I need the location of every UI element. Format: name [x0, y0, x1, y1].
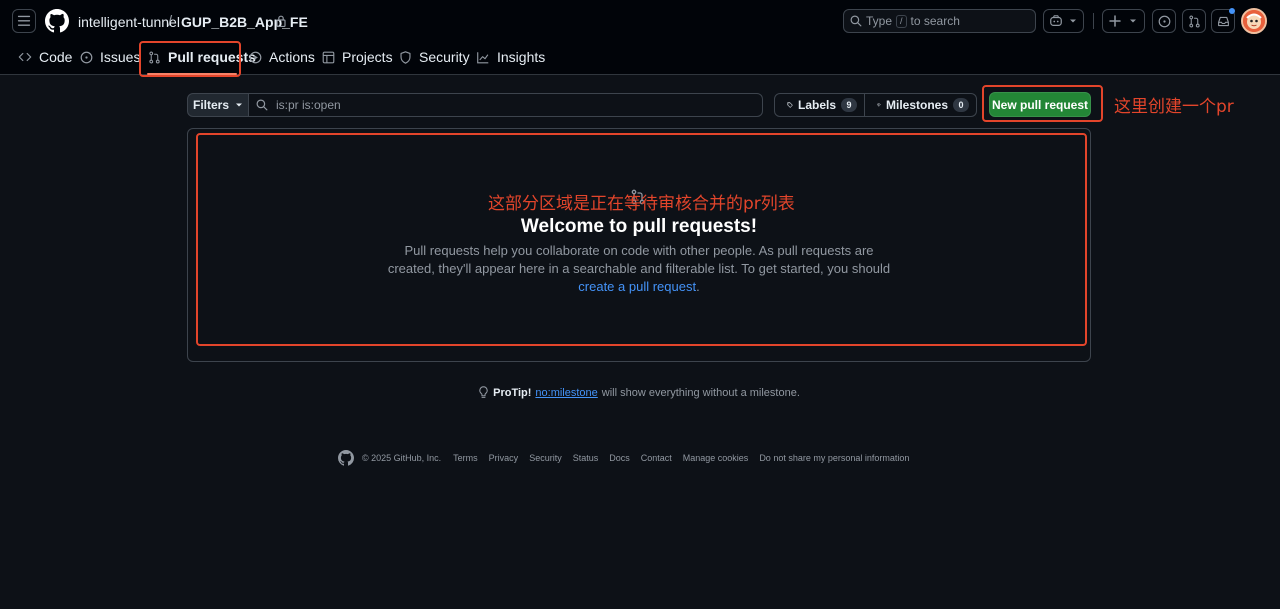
chevron-down-icon — [1070, 19, 1076, 23]
table-icon — [322, 51, 335, 63]
avatar-image-icon — [1243, 10, 1265, 32]
milestones-button[interactable]: Milestones 0 — [865, 93, 977, 117]
tab-code-label: Code — [39, 49, 73, 65]
git-pull-request-icon — [1188, 15, 1200, 27]
footer-link-status[interactable]: Status — [573, 453, 599, 463]
footer-link-privacy[interactable]: Privacy — [489, 453, 519, 463]
breadcrumb-owner[interactable]: intelligent-tunnel — [78, 14, 180, 30]
code-icon — [18, 52, 32, 62]
pr-search-input[interactable]: is:pr is:open — [248, 93, 763, 117]
create-new-button[interactable] — [1102, 9, 1145, 33]
filters-label: Filters — [192, 98, 229, 112]
annotation-box-pr-list — [196, 133, 1087, 346]
breadcrumb-separator: / — [168, 13, 173, 30]
github-logo-icon[interactable] — [338, 450, 354, 466]
filter-bar: Filters is:pr is:open — [187, 93, 763, 117]
copilot-icon — [1050, 15, 1062, 26]
copilot-button[interactable] — [1043, 9, 1084, 33]
github-logo-icon[interactable] — [45, 9, 69, 33]
inbox-icon — [1217, 16, 1229, 26]
tab-actions-label: Actions — [269, 49, 315, 65]
protip: ProTip! no:milestone will show everythin… — [187, 386, 1091, 399]
protip-label: ProTip! — [493, 386, 532, 399]
your-issues-button[interactable] — [1152, 9, 1176, 33]
tab-issues[interactable]: Issues — [74, 42, 146, 72]
site-footer: © 2025 GitHub, Inc. Terms Privacy Securi… — [338, 450, 920, 466]
tag-icon — [787, 102, 793, 108]
footer-link-contact[interactable]: Contact — [641, 453, 672, 463]
your-pull-requests-button[interactable] — [1182, 9, 1206, 33]
plus-icon — [1109, 15, 1121, 27]
tab-issues-label: Issues — [100, 49, 141, 65]
labels-count: 9 — [841, 98, 857, 112]
milestone-icon — [877, 103, 881, 107]
light-bulb-icon — [479, 386, 488, 398]
footer-link-manage-cookies[interactable]: Manage cookies — [683, 453, 749, 463]
footer-link-terms[interactable]: Terms — [453, 453, 478, 463]
filters-dropdown-button[interactable]: Filters — [187, 93, 249, 117]
milestones-count: 0 — [953, 98, 969, 112]
issue-opened-icon — [80, 51, 93, 63]
annotation-note-pr-list: 这部分区域是正在等待审核合并的pr列表 — [488, 194, 795, 214]
graph-icon — [477, 51, 489, 63]
play-icon — [249, 51, 262, 63]
tab-security-label: Security — [419, 49, 470, 65]
annotation-box-new-pr — [982, 85, 1103, 122]
shield-icon — [400, 50, 411, 64]
search-placeholder-suffix: to search — [910, 14, 960, 28]
header-divider — [1093, 13, 1094, 29]
protip-link[interactable]: no:milestone — [535, 387, 597, 399]
tab-code[interactable]: Code — [12, 42, 78, 72]
footer-link-docs[interactable]: Docs — [609, 453, 630, 463]
footer-link-security[interactable]: Security — [529, 453, 562, 463]
search-icon — [256, 99, 268, 111]
footer-link-do-not-share[interactable]: Do not share my personal information — [759, 453, 909, 463]
labels-button[interactable]: Labels 9 — [774, 93, 865, 117]
tab-insights-label: Insights — [497, 49, 546, 65]
lock-icon — [276, 15, 286, 27]
user-avatar[interactable] — [1241, 8, 1267, 34]
tab-security[interactable]: Security — [393, 42, 476, 72]
global-search-input[interactable]: Type / to search — [843, 9, 1036, 33]
tab-insights[interactable]: Insights — [470, 42, 551, 72]
search-query-value: is:pr is:open — [276, 98, 341, 112]
tab-projects-label: Projects — [342, 49, 393, 65]
search-placeholder-prefix: Type — [866, 14, 893, 28]
labels-milestones-group: Labels 9 Milestones 0 — [774, 93, 977, 117]
issue-opened-icon — [1158, 15, 1170, 27]
chevron-down-icon — [1130, 19, 1136, 23]
tab-projects[interactable]: Projects — [316, 42, 399, 72]
hamburger-icon — [17, 15, 31, 26]
protip-text: will show everything without a milestone… — [601, 386, 800, 399]
breadcrumb-repo[interactable]: GUP_B2B_App_FE — [181, 14, 308, 30]
caret-down-icon — [236, 103, 242, 107]
tab-actions[interactable]: Actions — [243, 42, 321, 72]
search-icon — [850, 15, 862, 27]
annotation-note-new-pr: 这里创建一个pr — [1114, 97, 1234, 117]
footer-copyright: © 2025 GitHub, Inc. — [362, 453, 442, 463]
menu-button[interactable] — [12, 9, 36, 33]
milestones-label: Milestones — [885, 98, 948, 112]
search-shortcut-key: / — [896, 14, 907, 28]
header-row: intelligent-tunnel / GUP_B2B_App_FE Type… — [0, 0, 1280, 42]
annotation-box-pull-requests-tab — [139, 41, 241, 77]
labels-label: Labels — [797, 98, 836, 112]
unread-notification-dot — [1229, 8, 1235, 14]
